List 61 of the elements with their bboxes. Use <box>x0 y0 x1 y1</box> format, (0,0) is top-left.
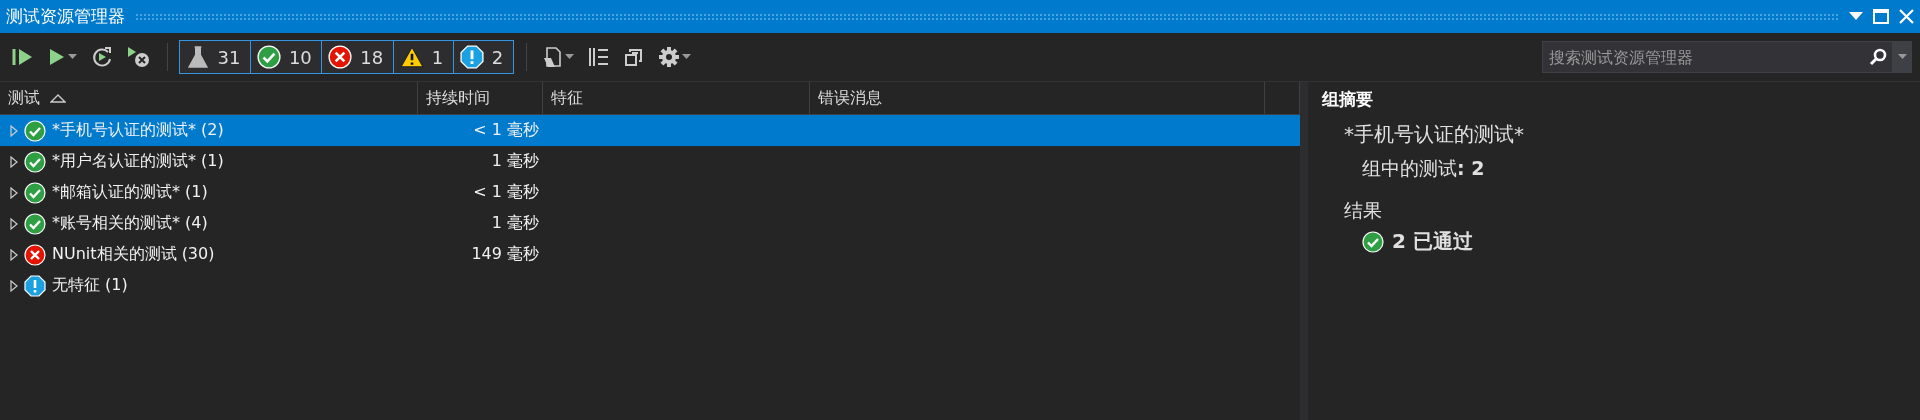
document-icon <box>543 46 564 68</box>
expand-icon[interactable] <box>10 155 18 168</box>
filter-button[interactable]: 10 <box>249 40 323 74</box>
close-icon[interactable] <box>1899 9 1914 24</box>
error-circle-icon <box>328 45 353 69</box>
tree-row[interactable]: *邮箱认证的测试* (1) < 1 毫秒 <box>0 177 1300 208</box>
expand-icon[interactable] <box>10 279 18 292</box>
test-group-name: *手机号认证的测试* (2) <box>52 120 224 141</box>
check-circle-icon <box>256 45 281 69</box>
test-group-name: *账号相关的测试* (4) <box>52 213 208 234</box>
check-circle-icon <box>24 119 46 142</box>
test-group-name: 无特征 (1) <box>52 275 128 296</box>
window-title: 测试资源管理器 <box>6 5 125 28</box>
column-header[interactable]: 测试 <box>0 82 418 114</box>
caret-icon <box>1898 54 1907 60</box>
caret-icon <box>68 54 77 60</box>
duration-text: 1 毫秒 <box>490 151 540 172</box>
duration-text: < 1 毫秒 <box>472 120 540 141</box>
group-name: *手机号认证的测试* <box>1343 121 1525 148</box>
tree-row[interactable]: *手机号认证的测试* (2) < 1 毫秒 <box>0 115 1300 146</box>
tree-row[interactable]: 无特征 (1) <box>0 270 1300 301</box>
maximize-icon[interactable] <box>1873 9 1889 24</box>
exclamation-octagon-icon <box>24 274 46 297</box>
filter-button[interactable]: 18 <box>321 40 395 74</box>
tree-row[interactable]: NUnit相关的测试 (30) 149 毫秒 <box>0 239 1300 270</box>
tree-row[interactable]: *用户名认证的测试* (1) 1 毫秒 <box>0 146 1300 177</box>
summary-heading: 组摘要 <box>1322 88 1374 111</box>
check-circle-icon <box>24 212 46 235</box>
test-group-name: *用户名认证的测试* (1) <box>52 151 224 172</box>
search-options-button[interactable] <box>1893 41 1912 73</box>
play-icon <box>48 47 66 67</box>
tree-row[interactable]: *账号相关的测试* (4) 1 毫秒 <box>0 208 1300 239</box>
caret-icon <box>565 54 575 60</box>
duration-text: < 1 毫秒 <box>472 182 540 203</box>
filter-button[interactable]: 1 <box>392 40 455 74</box>
filter-button[interactable]: 2 <box>452 40 515 74</box>
test-group-name: *邮箱认证的测试* (1) <box>52 182 208 203</box>
duration-text: 149 毫秒 <box>470 244 540 265</box>
check-circle-icon <box>1362 230 1384 253</box>
warning-icon <box>399 45 424 69</box>
results-label: 结果 <box>1343 198 1383 223</box>
expand-icon[interactable] <box>10 186 18 199</box>
column-header[interactable]: 错误消息 <box>810 82 1265 114</box>
column-header[interactable]: 持续时间 <box>418 82 543 114</box>
duration-text: 1 毫秒 <box>490 213 540 234</box>
caret-icon <box>682 54 692 60</box>
settings-icon <box>658 46 681 68</box>
group-test-count: 组中的测试: 2 <box>1361 156 1486 181</box>
error-circle-icon <box>24 243 46 266</box>
check-circle-icon <box>24 181 46 204</box>
column-header[interactable]: 特征 <box>543 82 810 114</box>
flask-icon <box>185 45 210 69</box>
expand-icon[interactable] <box>10 248 18 261</box>
expand-icon[interactable] <box>10 217 18 230</box>
result-text: 2 已通过 <box>1392 228 1473 255</box>
sort-ascending-icon <box>50 93 66 103</box>
filter-button[interactable]: 31 <box>178 40 252 74</box>
exclamation-octagon-icon <box>459 45 484 69</box>
test-group-name: NUnit相关的测试 (30) <box>52 244 215 265</box>
dropdown-icon[interactable] <box>1849 12 1863 21</box>
check-circle-icon <box>24 150 46 173</box>
